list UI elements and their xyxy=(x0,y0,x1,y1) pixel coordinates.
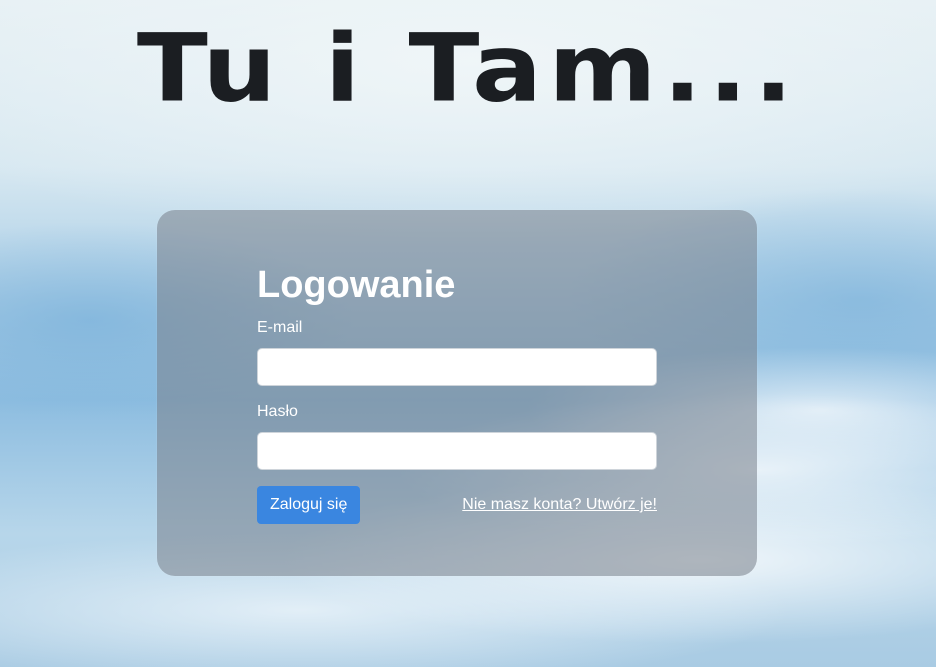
email-input[interactable] xyxy=(257,348,657,386)
login-form: Logowanie E-mail Hasło Zaloguj się Nie m… xyxy=(257,260,657,524)
password-label: Hasło xyxy=(257,403,298,420)
login-button[interactable]: Zaloguj się xyxy=(257,486,361,524)
email-label: E-mail xyxy=(257,319,303,336)
login-card: Logowanie E-mail Hasło Zaloguj się Nie m… xyxy=(157,210,757,576)
site-title: Tu i Tam... xyxy=(136,13,800,123)
register-link[interactable]: Nie masz konta? Utwórz je! xyxy=(462,496,657,514)
login-heading: Logowanie xyxy=(257,264,456,306)
form-actions: Zaloguj się Nie masz konta? Utwórz je! xyxy=(257,486,657,524)
password-input[interactable] xyxy=(257,432,657,470)
